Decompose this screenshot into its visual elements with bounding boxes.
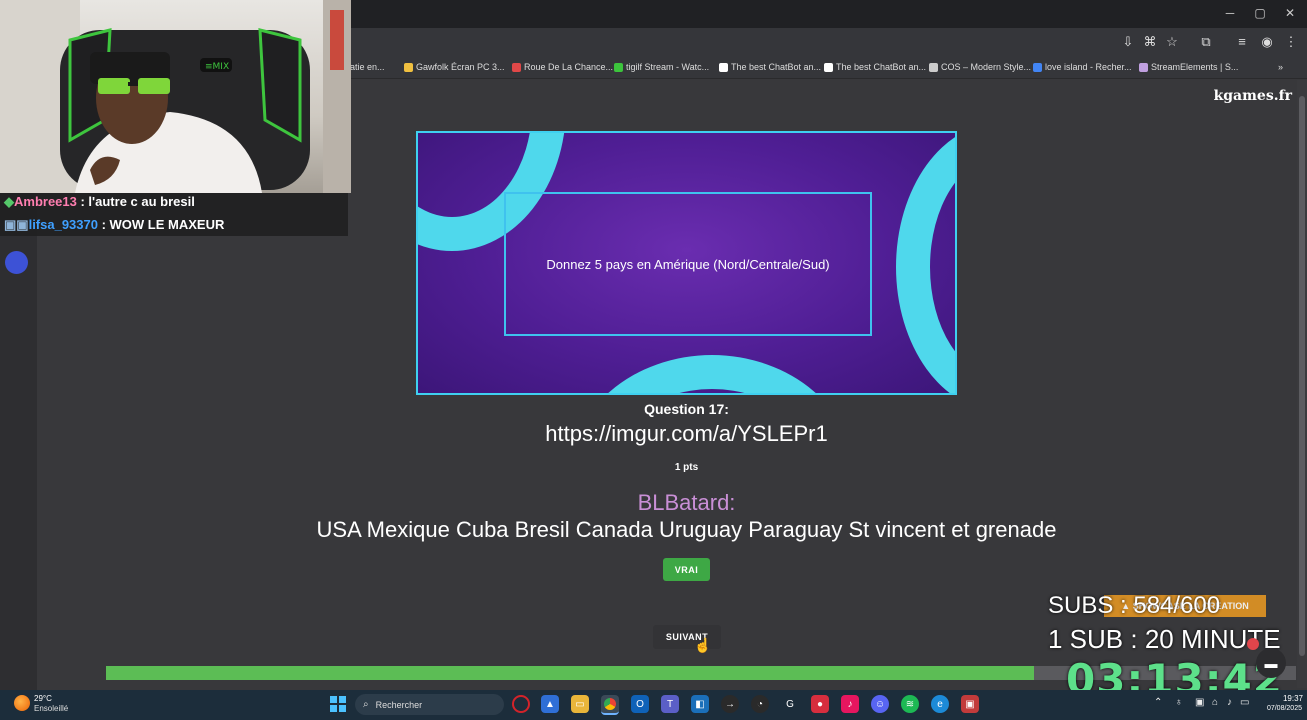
app-icon[interactable]: ● xyxy=(811,695,829,713)
subs-counter: SUBS : 584/600 xyxy=(1048,592,1221,619)
chrome-icon[interactable] xyxy=(601,695,619,715)
svg-text:≡MIX: ≡MIX xyxy=(205,62,229,72)
progress-fill xyxy=(106,666,1035,680)
favicon-icon xyxy=(1139,62,1148,72)
stream-chat: ◆Ambree13 : l'autre c au bresil ▣▣lifsa_… xyxy=(0,193,348,236)
points-label: 1 pts xyxy=(674,462,699,473)
app-tray-icon[interactable]: ▣ xyxy=(1195,697,1204,708)
weather-icon[interactable] xyxy=(14,695,30,711)
clock-date[interactable]: 07/08/2025 xyxy=(1250,705,1302,712)
bookmark-item[interactable]: Roue De La Chance... xyxy=(512,59,613,75)
taskbar xyxy=(0,690,1307,720)
favicon-icon xyxy=(512,62,521,72)
discord-icon[interactable]: ☺ xyxy=(871,695,889,713)
menu-icon[interactable]: ⋮ xyxy=(1281,34,1301,50)
favicon-icon xyxy=(824,62,833,72)
badge-icon: ◆ xyxy=(4,194,14,209)
volume-icon[interactable]: ♪ xyxy=(1227,697,1232,708)
chat-message: ▣▣lifsa_93370 : WOW LE MAXEUR xyxy=(4,217,224,233)
bookmark-item[interactable]: StreamElements | S... xyxy=(1139,59,1238,75)
chat-text: : WOW LE MAXEUR xyxy=(97,217,225,232)
bookmark-label: The best ChatBot an... xyxy=(836,62,927,72)
close-icon[interactable]: ✕ xyxy=(1275,6,1305,20)
chat-username: lifsa_93370 xyxy=(28,217,98,232)
bookmark-label: The best ChatBot an... xyxy=(731,62,822,72)
scrollbar-thumb[interactable] xyxy=(1299,96,1305,656)
chat-username: Ambree13 xyxy=(14,194,77,209)
player-answer: USA Mexique Cuba Bresil Canada Uruguay P… xyxy=(316,517,1057,542)
chevron-up-icon[interactable]: ⌃ xyxy=(1154,697,1162,708)
outlook-icon[interactable]: O xyxy=(631,695,649,713)
favicon-icon xyxy=(614,62,623,72)
media-controls-icon[interactable]: ≡ xyxy=(1232,34,1252,49)
question-link[interactable]: https://imgur.com/a/YSLEPr1 xyxy=(280,421,1093,447)
bookmark-label: COS – Modern Style... xyxy=(941,62,1032,72)
translate-icon[interactable]: ⌘ xyxy=(1140,34,1160,50)
search-placeholder: Rechercher xyxy=(375,699,423,710)
battery-icon[interactable]: ▭ xyxy=(1240,697,1249,708)
folder-icon[interactable]: ▭ xyxy=(571,695,589,713)
avatar[interactable] xyxy=(5,251,28,274)
decorative-shape xyxy=(568,355,856,393)
start-button[interactable] xyxy=(330,696,346,712)
more-bookmarks-icon[interactable]: » xyxy=(1278,59,1283,75)
network-icon[interactable]: ⌂ xyxy=(1212,697,1218,708)
edge-icon[interactable]: e xyxy=(931,695,949,713)
bookmark-item[interactable]: The best ChatBot an... xyxy=(824,59,926,75)
favicon-icon xyxy=(929,62,938,72)
notification-dot xyxy=(1247,638,1259,650)
webcam-feed: ≡MIX xyxy=(0,0,351,193)
minimize-icon[interactable]: ─ xyxy=(1215,6,1245,20)
tiktok-icon[interactable]: ♪ xyxy=(841,695,859,713)
player-name: BLBatard: xyxy=(637,490,736,515)
app-icon[interactable]: G xyxy=(781,695,799,713)
install-app-icon[interactable]: ⇩ xyxy=(1118,34,1138,50)
search-icon: ⌕ xyxy=(363,699,369,710)
question-number: Question 17: xyxy=(644,401,729,417)
taskbar-search[interactable]: ⌕ Rechercher xyxy=(355,694,504,715)
clock-time[interactable]: 19:37 xyxy=(1269,694,1303,703)
quiz-image: Donnez 5 pays en Amérique (Nord/Centrale… xyxy=(416,131,957,395)
chat-text: : l'autre c au bresil xyxy=(76,194,195,209)
bookmark-item[interactable]: tigilf Stream - Watc... xyxy=(614,59,709,75)
bookmark-item[interactable]: Gawfolk Écran PC 3... xyxy=(404,59,505,75)
quiz-prompt: Donnez 5 pays en Amérique (Nord/Centrale… xyxy=(504,192,872,336)
teams-icon[interactable]: T xyxy=(661,695,679,713)
app-icon[interactable]: ▲ xyxy=(541,695,559,713)
extensions-icon[interactable]: ⧉ xyxy=(1196,34,1216,50)
decorative-shape xyxy=(896,133,955,393)
opera-icon[interactable] xyxy=(512,695,530,713)
microphone-icon[interactable]: ♁ xyxy=(1175,697,1183,708)
obs-icon[interactable]: ◔ xyxy=(751,695,769,713)
hand-cursor-icon: ☝ xyxy=(694,637,712,653)
app-icon[interactable]: ◧ xyxy=(691,695,709,713)
favicon-icon xyxy=(1033,62,1042,72)
bookmark-label: Gawfolk Écran PC 3... xyxy=(416,62,505,72)
streamer-illustration: ≡MIX xyxy=(0,0,351,193)
site-brand[interactable]: kgames.fr xyxy=(1200,88,1292,104)
weather-temperature: 29°C xyxy=(34,694,52,703)
bookmark-label: Roue De La Chance... xyxy=(524,62,614,72)
app-icon[interactable]: → xyxy=(721,695,739,713)
app-icon[interactable]: ▣ xyxy=(961,695,979,713)
bookmark-item[interactable]: The best ChatBot an... xyxy=(719,59,821,75)
bookmark-label: love island - Recher... xyxy=(1045,62,1132,72)
chat-message: ◆Ambree13 : l'autre c au bresil xyxy=(4,194,195,210)
chat-bubble-icon[interactable]: ▬ xyxy=(1256,648,1286,678)
bookmark-label: StreamElements | S... xyxy=(1151,62,1239,72)
bookmark-star-icon[interactable]: ☆ xyxy=(1162,34,1182,50)
bookmark-label: tigilf Stream - Watc... xyxy=(626,62,710,72)
spotify-icon[interactable]: ≋ xyxy=(901,695,919,713)
favicon-icon xyxy=(719,62,728,72)
badge-icon: ▣▣ xyxy=(4,217,29,232)
profile-icon[interactable]: ◉ xyxy=(1257,34,1277,50)
bookmark-item[interactable]: COS – Modern Style... xyxy=(929,59,1031,75)
maximize-icon[interactable]: ▢ xyxy=(1245,6,1275,20)
favicon-icon xyxy=(404,62,413,72)
sub-rule: 1 SUB : 20 MINUTE xyxy=(1048,624,1281,654)
weather-description: Ensoleillé xyxy=(34,704,69,713)
vrai-button[interactable]: VRAI xyxy=(663,558,710,581)
bookmark-item[interactable]: love island - Recher... xyxy=(1033,59,1132,75)
